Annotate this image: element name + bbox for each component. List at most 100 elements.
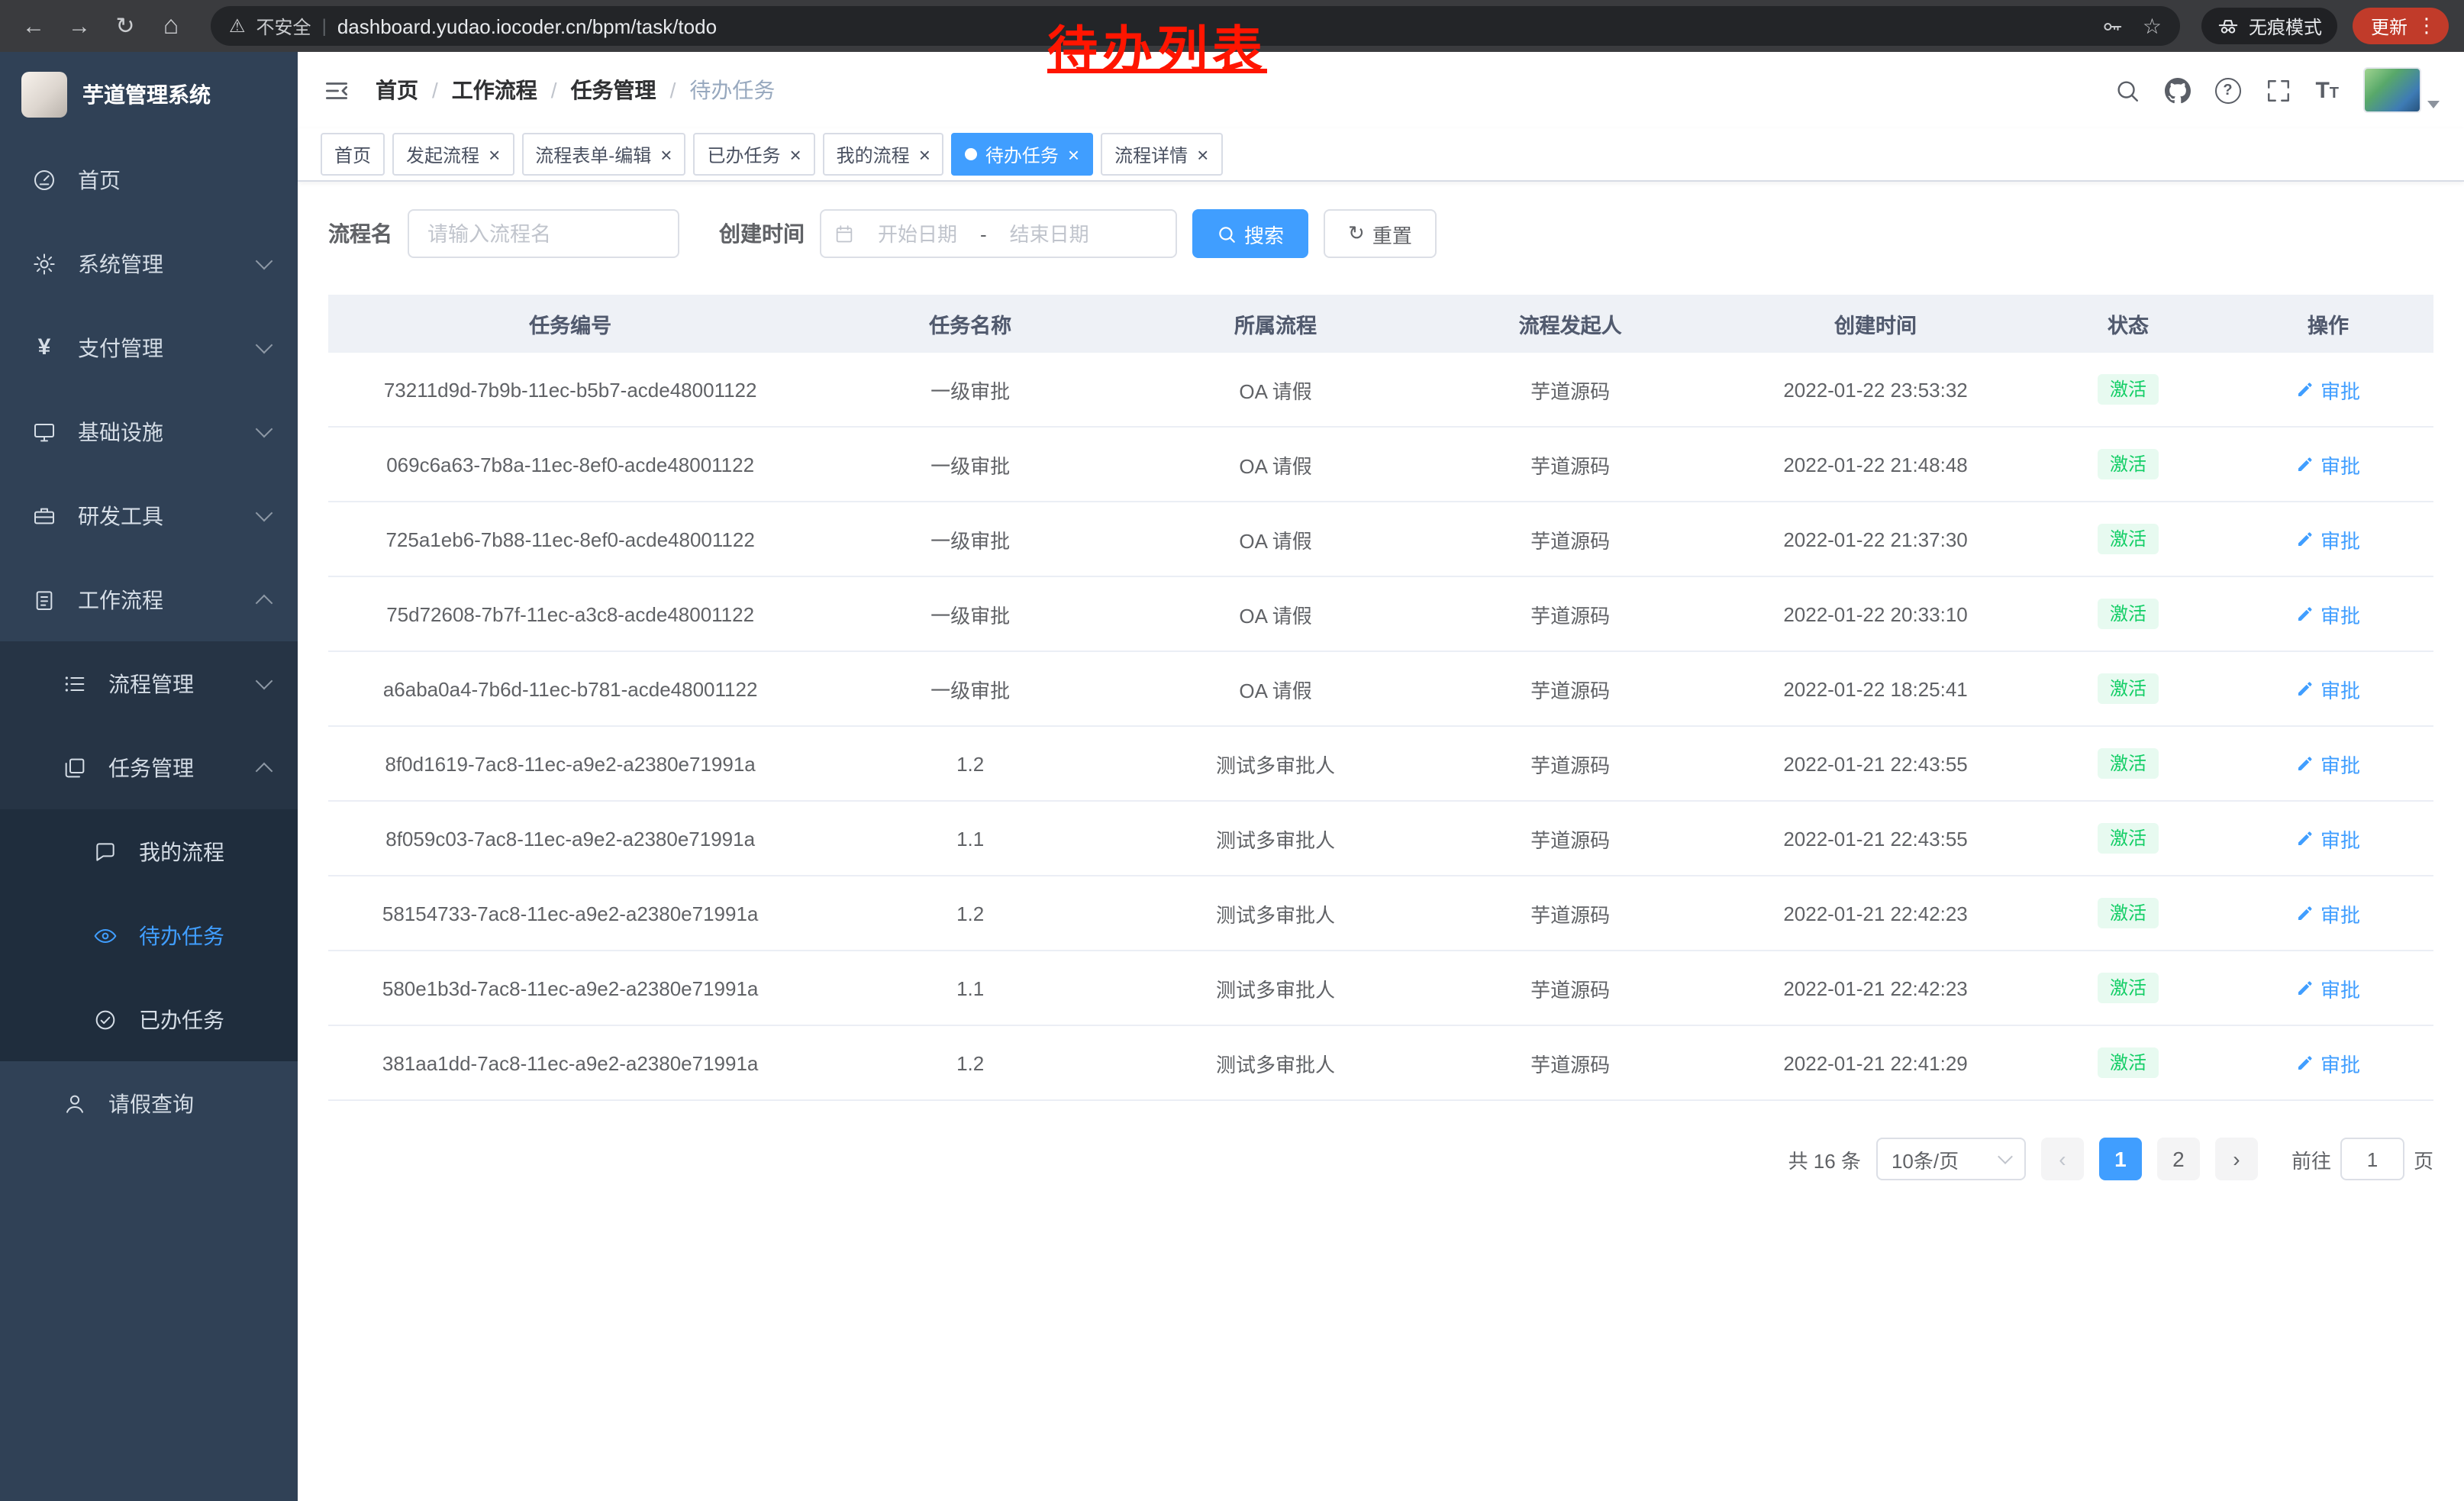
sidebar: 芋道管理系统 首页 系统管理 ¥ 支付管理 基础设施 [0,52,298,1501]
cell-task-id: 58154733-7ac8-11ec-a9e2-a2380e71991a [328,876,812,951]
approve-link[interactable]: 审批 [2296,824,2360,853]
breadcrumb-workflow[interactable]: 工作流程 [452,75,537,105]
incognito-icon [2217,15,2240,37]
sidebar-toggle-icon[interactable] [322,76,351,105]
start-date-input[interactable] [858,221,977,247]
edit-icon [2296,679,2314,698]
cell-starter: 芋道源码 [1423,651,1717,726]
sidebar-item-todo-tasks[interactable]: 待办任务 [0,893,298,977]
breadcrumb-home[interactable]: 首页 [376,75,418,105]
table-row: 73211d9d-7b9b-11ec-b5b7-acde48001122 一级审… [328,353,2433,427]
sidebar-item-done-tasks[interactable]: 已办任务 [0,977,298,1061]
sidebar-item-payment[interactable]: ¥ 支付管理 [0,305,298,389]
cell-status: 激活 [2033,502,2223,576]
edit-icon [2296,1054,2314,1072]
update-button[interactable]: 更新 ⋮ [2353,8,2449,44]
user-menu[interactable] [2363,67,2440,113]
tab-form-edit[interactable]: 流程表单-编辑 × [521,133,685,176]
process-name-input[interactable] [408,209,679,258]
tab-start-process[interactable]: 发起流程 × [392,133,514,176]
approve-link[interactable]: 审批 [2296,525,2360,554]
sidebar-item-label: 流程管理 [108,668,258,699]
browser-home-button[interactable]: ⌂ [153,8,189,44]
next-page-button[interactable]: › [2215,1138,2258,1180]
approve-link[interactable]: 审批 [2296,450,2360,479]
sidebar-item-label: 首页 [78,164,270,195]
breadcrumb-task-management[interactable]: 任务管理 [571,75,656,105]
password-key-icon[interactable] [2101,15,2124,37]
table-header-row: 任务编号 任务名称 所属流程 流程发起人 创建时间 状态 操作 [328,295,2433,353]
close-icon[interactable]: × [660,144,672,164]
cell-status: 激活 [2033,427,2223,502]
close-icon[interactable]: × [1197,144,1208,164]
date-range-separator: - [980,222,987,245]
sidebar-item-my-processes[interactable]: 我的流程 [0,809,298,893]
search-icon[interactable] [2114,77,2140,103]
cell-task-name: 一级审批 [812,502,1128,576]
edit-icon [2296,829,2314,847]
approve-label: 审批 [2320,1048,2360,1077]
page-size-select[interactable]: 10条/页 [1876,1138,2026,1180]
pagination-total: 共 16 条 [1788,1144,1861,1173]
sidebar-item-leave-query[interactable]: 请假查询 [0,1061,298,1145]
tab-process-detail[interactable]: 流程详情 × [1101,133,1222,176]
tab-label: 我的流程 [837,141,910,167]
avatar[interactable] [2363,67,2421,113]
close-icon[interactable]: × [1068,144,1079,164]
cell-action: 审批 [2223,726,2433,801]
tab-todo-tasks[interactable]: 待办任务 × [952,133,1093,176]
tab-done-tasks[interactable]: 已办任务 × [693,133,814,176]
list-icon [61,670,89,697]
fullscreen-icon[interactable] [2265,77,2291,103]
sidebar-item-devtools[interactable]: 研发工具 [0,473,298,557]
approve-link[interactable]: 审批 [2296,899,2360,928]
sidebar-item-workflow[interactable]: 工作流程 [0,557,298,641]
screen: ← → ↻ ⌂ ⚠ 不安全 | dashboard.yudao.iocoder.… [0,0,2464,1501]
status-badge: 激活 [2098,823,2159,854]
col-task-name: 任务名称 [812,295,1128,353]
tab-my-processes[interactable]: 我的流程 × [823,133,944,176]
approve-link[interactable]: 审批 [2296,973,2360,1002]
close-icon[interactable]: × [489,144,500,164]
chevron-up-icon [256,762,273,780]
sidebar-item-infra[interactable]: 基础设施 [0,389,298,473]
sidebar-item-system[interactable]: 系统管理 [0,221,298,305]
browser-forward-button[interactable]: → [61,8,98,44]
cell-action: 审批 [2223,876,2433,951]
approve-link[interactable]: 审批 [2296,1048,2360,1077]
reset-button[interactable]: ↻ 重置 [1324,209,1437,258]
prev-page-button[interactable]: ‹ [2041,1138,2084,1180]
browser-menu-icon[interactable]: ⋮ [2417,14,2437,38]
end-date-input[interactable] [990,221,1109,247]
cell-starter: 芋道源码 [1423,353,1717,427]
bookmark-star-icon[interactable]: ☆ [2143,13,2162,39]
cell-status: 激活 [2033,576,2223,651]
page-button-2[interactable]: 2 [2157,1138,2200,1180]
goto-page-input[interactable] [2340,1138,2404,1180]
approve-link[interactable]: 审批 [2296,674,2360,703]
approve-link[interactable]: 审批 [2296,599,2360,628]
sidebar-item-task-management[interactable]: 任务管理 [0,725,298,809]
tab-label: 待办任务 [985,141,1059,167]
sidebar-item-home[interactable]: 首页 [0,137,298,221]
incognito-badge: 无痕模式 [2201,8,2337,44]
search-button[interactable]: 搜索 [1192,209,1308,258]
font-size-icon[interactable]: TT [2315,77,2339,103]
approve-link[interactable]: 审批 [2296,749,2360,778]
date-range-picker[interactable]: - [820,209,1177,258]
sidebar-item-label: 系统管理 [78,248,258,279]
sidebar-item-label: 待办任务 [139,920,270,951]
tab-home[interactable]: 首页 [321,133,385,176]
approve-link[interactable]: 审批 [2296,375,2360,404]
sidebar-item-process-management[interactable]: 流程管理 [0,641,298,725]
browser-reload-button[interactable]: ↻ [107,8,144,44]
cell-task-id: 8f059c03-7ac8-11ec-a9e2-a2380e71991a [328,801,812,876]
sidebar-item-label: 基础设施 [78,416,258,447]
github-icon[interactable] [2164,77,2190,103]
close-icon[interactable]: × [789,144,801,164]
status-badge: 激活 [2098,898,2159,929]
browser-back-button[interactable]: ← [15,8,52,44]
help-icon[interactable]: ? [2214,77,2240,103]
page-button-1[interactable]: 1 [2099,1138,2142,1180]
close-icon[interactable]: × [919,144,930,164]
